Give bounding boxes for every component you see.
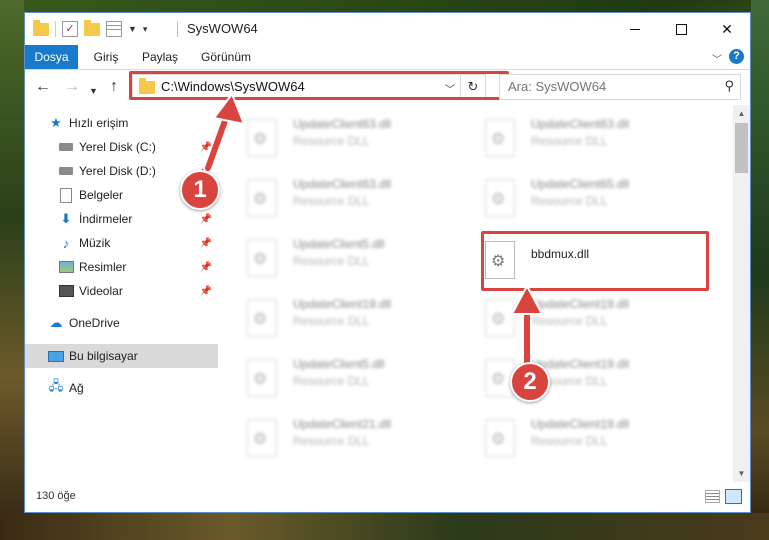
step-2-callout: 2 bbox=[510, 362, 550, 402]
arrow-2 bbox=[510, 283, 544, 367]
arrow-1 bbox=[203, 91, 246, 173]
annotation-arrows bbox=[203, 91, 544, 367]
step-1-callout: 1 bbox=[180, 170, 220, 210]
